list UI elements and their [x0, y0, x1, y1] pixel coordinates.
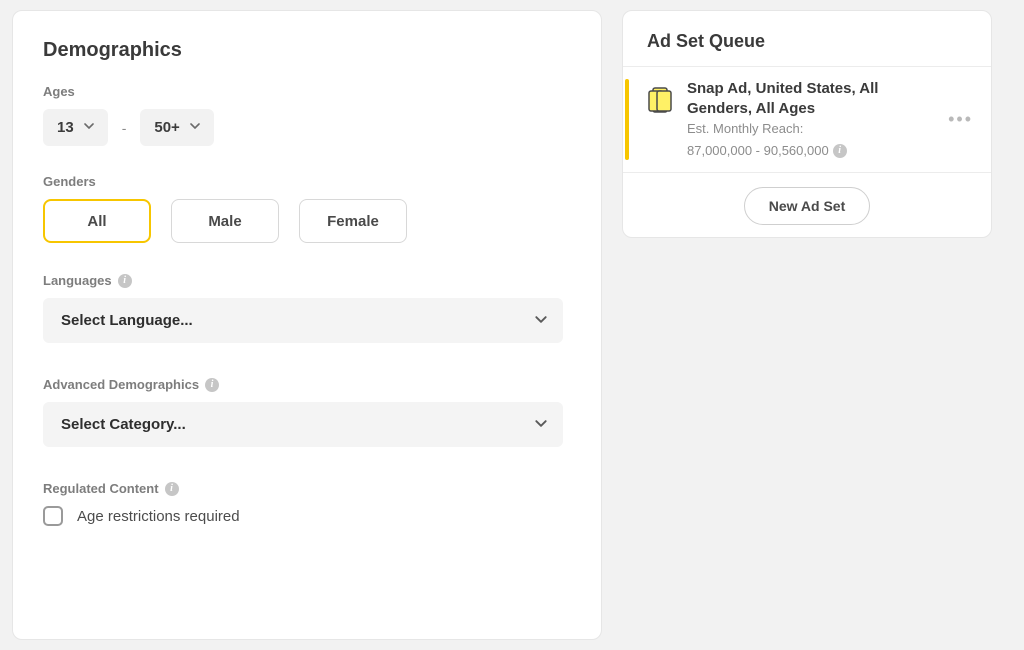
languages-placeholder: Select Language...: [61, 312, 193, 329]
languages-label: Languages i: [43, 273, 571, 288]
genders-row: All Male Female: [43, 199, 571, 243]
ad-set-queue-panel: Ad Set Queue Snap Ad, United States, All…: [622, 10, 992, 238]
info-icon[interactable]: i: [165, 482, 179, 496]
queue-item-accent: [625, 79, 629, 160]
reach-value: 87,000,000 - 90,560,000: [687, 142, 829, 160]
age-max-select[interactable]: 50+: [140, 109, 213, 146]
languages-label-text: Languages: [43, 273, 112, 288]
languages-select[interactable]: Select Language...: [43, 298, 563, 343]
ages-row: 13 - 50+: [43, 109, 571, 146]
info-icon[interactable]: i: [205, 378, 219, 392]
demographics-panel: Demographics Ages 13 - 50+ Genders All M…: [12, 10, 602, 640]
chevron-down-icon: [84, 123, 94, 133]
genders-label: Genders: [43, 174, 571, 189]
regulated-content-label: Regulated Content i: [43, 481, 571, 496]
queue-header: Ad Set Queue: [623, 11, 991, 66]
gender-option-female[interactable]: Female: [299, 199, 407, 243]
advanced-demographics-label: Advanced Demographics i: [43, 377, 571, 392]
queue-title: Ad Set Queue: [647, 31, 967, 52]
demographics-title: Demographics: [43, 39, 571, 62]
age-restrictions-row: Age restrictions required: [43, 506, 571, 526]
snap-ad-icon: [643, 83, 677, 117]
age-min-select[interactable]: 13: [43, 109, 108, 146]
age-restrictions-label: Age restrictions required: [77, 508, 240, 525]
ages-label: Ages: [43, 84, 571, 99]
advanced-placeholder: Select Category...: [61, 416, 186, 433]
queue-item-text: Snap Ad, United States, All Genders, All…: [687, 79, 944, 160]
reach-label: Est. Monthly Reach:: [687, 120, 803, 138]
more-icon[interactable]: •••: [944, 105, 977, 134]
info-icon[interactable]: i: [118, 274, 132, 288]
age-min-value: 13: [57, 119, 74, 136]
gender-option-male[interactable]: Male: [171, 199, 279, 243]
queue-item-title: Snap Ad, United States, All Genders, All…: [687, 79, 944, 118]
queue-item-subtitle: Est. Monthly Reach: 87,000,000 - 90,560,…: [687, 120, 944, 160]
age-restrictions-checkbox[interactable]: [43, 506, 63, 526]
advanced-demographics-select[interactable]: Select Category...: [43, 402, 563, 447]
chevron-down-icon: [190, 123, 200, 133]
chevron-down-icon: [535, 316, 545, 326]
age-separator: -: [122, 120, 127, 136]
age-max-value: 50+: [154, 119, 179, 136]
new-ad-set-button[interactable]: New Ad Set: [744, 187, 871, 225]
chevron-down-icon: [535, 420, 545, 430]
advanced-label-text: Advanced Demographics: [43, 377, 199, 392]
queue-item[interactable]: Snap Ad, United States, All Genders, All…: [623, 66, 991, 173]
info-icon[interactable]: i: [833, 144, 847, 158]
gender-option-all[interactable]: All: [43, 199, 151, 243]
queue-footer: New Ad Set: [623, 173, 991, 243]
regulated-label-text: Regulated Content: [43, 481, 159, 496]
